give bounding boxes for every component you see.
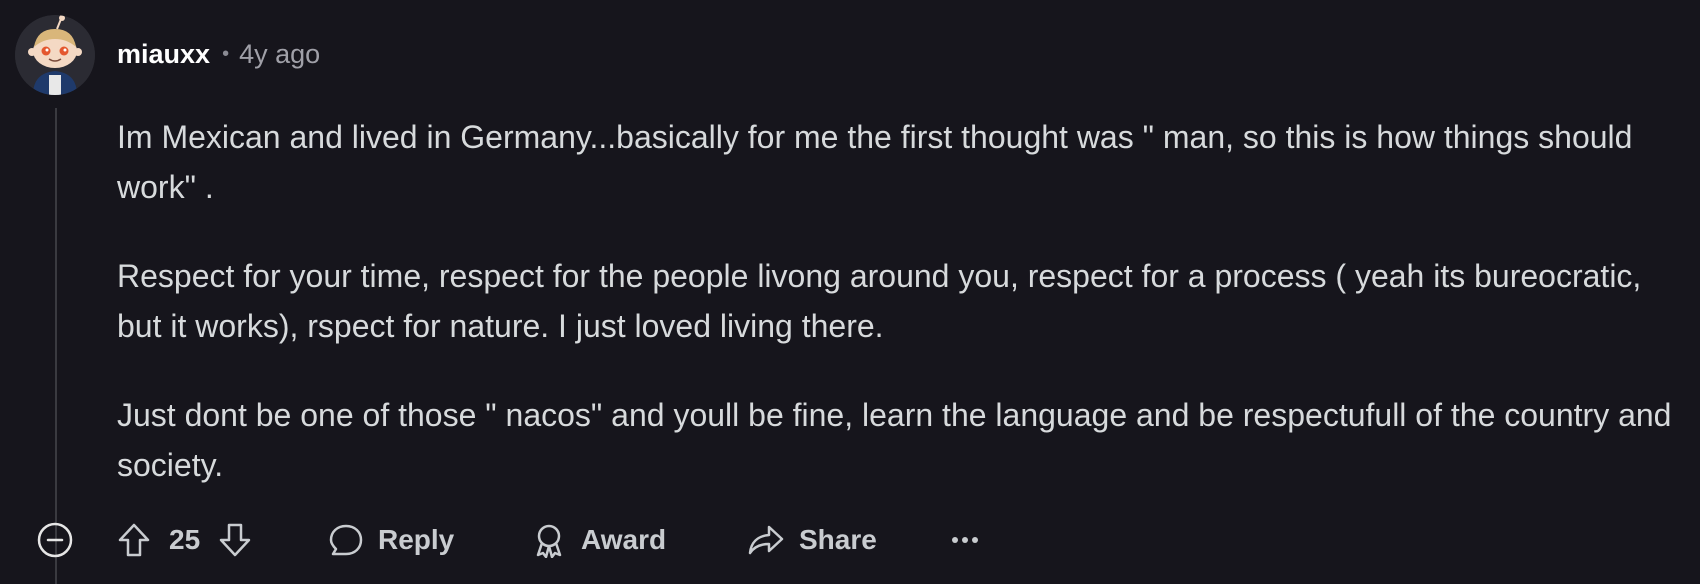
more-options-button[interactable] [950, 520, 980, 560]
speech-bubble-icon [329, 524, 363, 556]
collapse-button[interactable] [37, 522, 73, 558]
timestamp[interactable]: 4y ago [239, 39, 320, 70]
comment-body: Im Mexican and lived in Germany...basica… [117, 112, 1687, 529]
share-arrow-icon [748, 525, 784, 555]
comment-paragraph: Respect for your time, respect for the p… [117, 258, 1642, 344]
arrow-down-icon [219, 523, 251, 557]
award-label: Award [581, 524, 667, 555]
snoo-avatar-icon [15, 15, 95, 95]
reply-button[interactable]: Reply [328, 520, 454, 560]
comment-actions: 25 Reply Award Share [0, 510, 1700, 570]
downvote-button[interactable] [218, 522, 252, 558]
comment-paragraph: Just dont be one of those " nacos" and y… [117, 397, 1672, 483]
vote-controls: 25 [117, 520, 252, 560]
separator-dot: • [222, 42, 230, 65]
award-button[interactable]: Award [531, 520, 666, 560]
upvote-button[interactable] [117, 522, 151, 558]
arrow-up-icon [118, 523, 150, 557]
more-horizontal-icon [952, 537, 978, 543]
avatar[interactable] [15, 15, 95, 95]
award-ribbon-icon [536, 524, 562, 558]
vote-count: 25 [169, 524, 201, 555]
username[interactable]: miauxx [117, 39, 210, 70]
minus-circle-icon [37, 522, 73, 558]
comment: miauxx • 4y ago Im Mexican and lived in … [0, 0, 1700, 584]
comment-header: miauxx • 4y ago [117, 36, 320, 72]
share-label: Share [799, 524, 877, 555]
comment-paragraph: Im Mexican and lived in Germany...basica… [117, 119, 1633, 205]
reply-label: Reply [378, 524, 455, 555]
share-button[interactable]: Share [747, 520, 877, 560]
